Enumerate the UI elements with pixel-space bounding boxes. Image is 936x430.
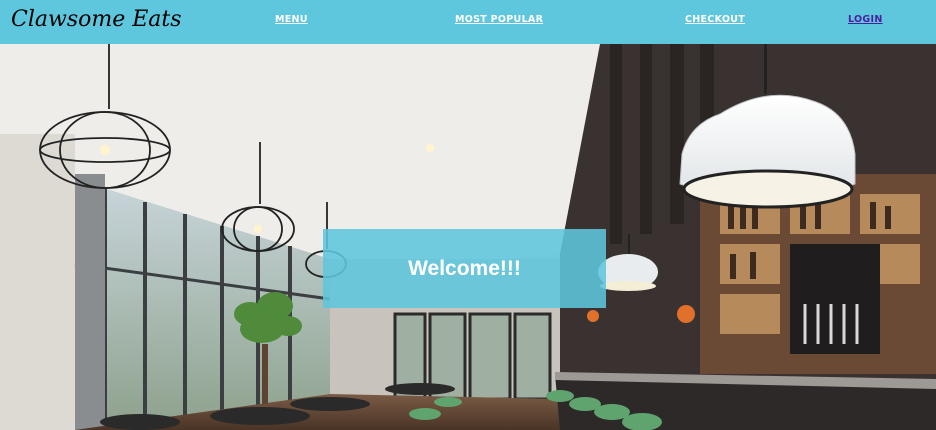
top-navbar: Clawsome Eats MENU MOST POPULAR CHECKOUT… [0,0,936,44]
welcome-banner: Welcome!!! [323,229,606,308]
nav-link-menu[interactable]: MENU [275,14,308,26]
brand-logo[interactable]: Clawsome Eats [11,4,182,36]
welcome-heading: Welcome!!! [408,256,521,280]
nav-link-login[interactable]: LOGIN [848,14,883,26]
nav-link-most-popular[interactable]: MOST POPULAR [455,14,543,26]
nav-link-checkout[interactable]: CHECKOUT [685,14,745,26]
hero-section: Welcome!!! [0,44,936,430]
